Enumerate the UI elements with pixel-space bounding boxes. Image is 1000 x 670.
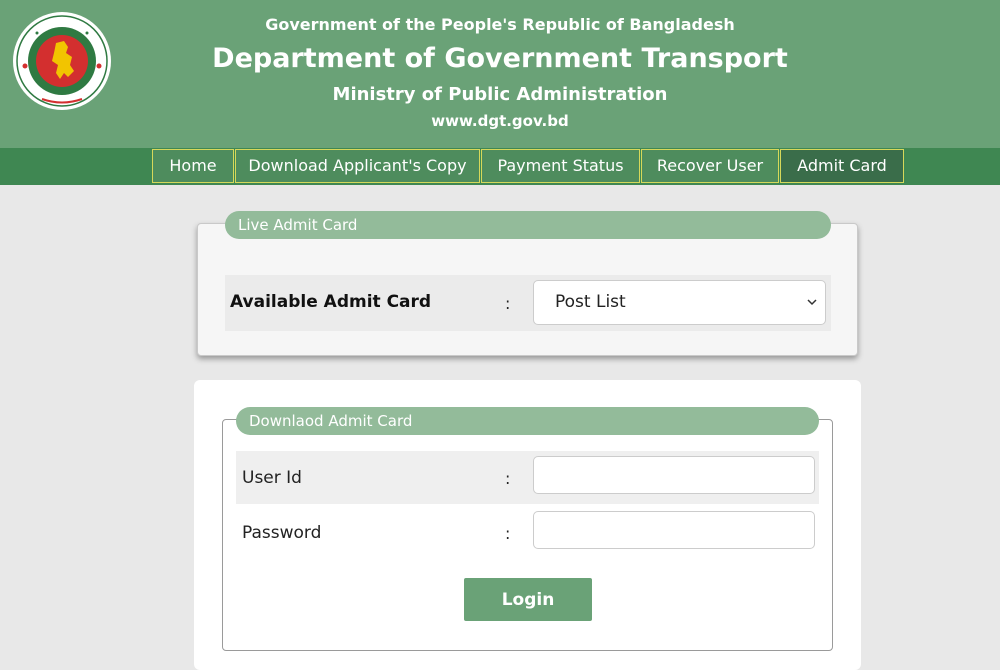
nav-admit-card[interactable]: Admit Card	[780, 149, 904, 183]
colon-separator: :	[505, 294, 511, 313]
download-admit-card-legend: Downlaod Admit Card	[236, 407, 819, 435]
password-label: Password	[242, 523, 322, 543]
select-value: Post List	[555, 292, 626, 312]
colon-separator: :	[505, 469, 511, 488]
ministry-name: Ministry of Public Administration	[332, 84, 668, 105]
nav-download-applicants-copy[interactable]: Download Applicant's Copy	[235, 149, 480, 183]
nav-payment-status[interactable]: Payment Status	[481, 149, 640, 183]
colon-separator: :	[505, 524, 511, 543]
post-list-select[interactable]: Post List	[533, 280, 826, 325]
live-admit-card-legend: Live Admit Card	[225, 211, 831, 239]
user-id-input[interactable]	[533, 456, 815, 494]
nav-recover-user[interactable]: Recover User	[641, 149, 779, 183]
main-nav: Home Download Applicant's Copy Payment S…	[0, 148, 1000, 185]
available-admit-card-label: Available Admit Card	[230, 292, 432, 312]
page-title: Department of Government Transport	[212, 43, 788, 74]
government-name: Government of the People's Republic of B…	[265, 15, 735, 34]
website-url: www.dgt.gov.bd	[431, 112, 569, 130]
login-button[interactable]: Login	[464, 578, 592, 621]
chevron-down-icon	[807, 299, 817, 306]
user-id-label: User Id	[242, 468, 302, 488]
password-input[interactable]	[533, 511, 815, 549]
nav-home[interactable]: Home	[152, 149, 234, 183]
site-header: Government of the People's Republic of B…	[0, 0, 1000, 148]
